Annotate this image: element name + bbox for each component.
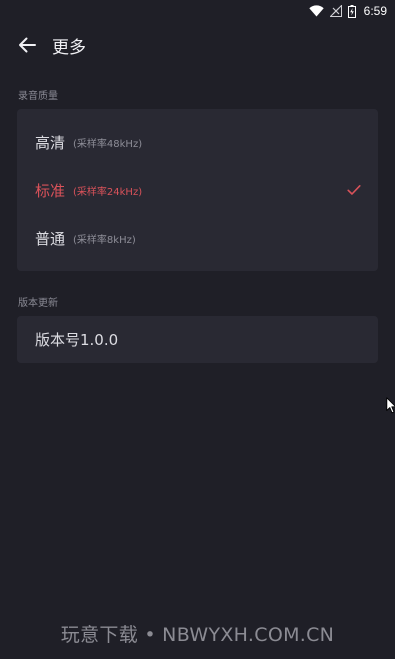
status-bar: 6:59 xyxy=(0,0,395,22)
option-name: 普通 xyxy=(35,229,66,248)
recording-quality-label: 录音质量 xyxy=(18,91,58,102)
watermark: 玩意下载 • NBWYXH.COM.CN xyxy=(60,624,335,646)
check-icon xyxy=(347,185,361,195)
wifi-icon xyxy=(308,5,324,17)
battery-charging-icon xyxy=(347,4,356,18)
option-name: 标准 xyxy=(35,181,66,200)
status-icons: 6:59 xyxy=(308,3,387,19)
version-number: 版本号1.0.0 xyxy=(35,331,119,349)
version-update-label: 版本更新 xyxy=(18,298,58,309)
quality-option-standard[interactable]: 标准 (采样率24kHz) xyxy=(17,166,378,214)
version-row[interactable]: 版本号1.0.0 xyxy=(17,316,378,363)
option-name: 高清 xyxy=(35,133,66,152)
back-button[interactable] xyxy=(13,31,41,59)
status-time: 6:59 xyxy=(363,4,387,18)
app-bar: 更多 xyxy=(0,22,395,68)
mouse-cursor-icon xyxy=(386,397,395,414)
option-sample-rate: (采样率48kHz) xyxy=(73,138,143,150)
quality-option-normal[interactable]: 普通 (采样率8kHz) xyxy=(17,214,378,262)
signal-off-icon xyxy=(329,5,342,17)
arrow-left-icon xyxy=(19,37,36,53)
option-sample-rate: (采样率8kHz) xyxy=(73,234,136,246)
quality-options-card: 高清 (采样率48kHz) 标准 (采样率24kHz) 普通 (采样率8kHz) xyxy=(17,109,378,271)
option-sample-rate: (采样率24kHz) xyxy=(73,186,143,198)
page-title: 更多 xyxy=(52,37,86,58)
version-card[interactable]: 版本号1.0.0 xyxy=(17,316,378,363)
quality-option-hd[interactable]: 高清 (采样率48kHz) xyxy=(17,118,378,166)
